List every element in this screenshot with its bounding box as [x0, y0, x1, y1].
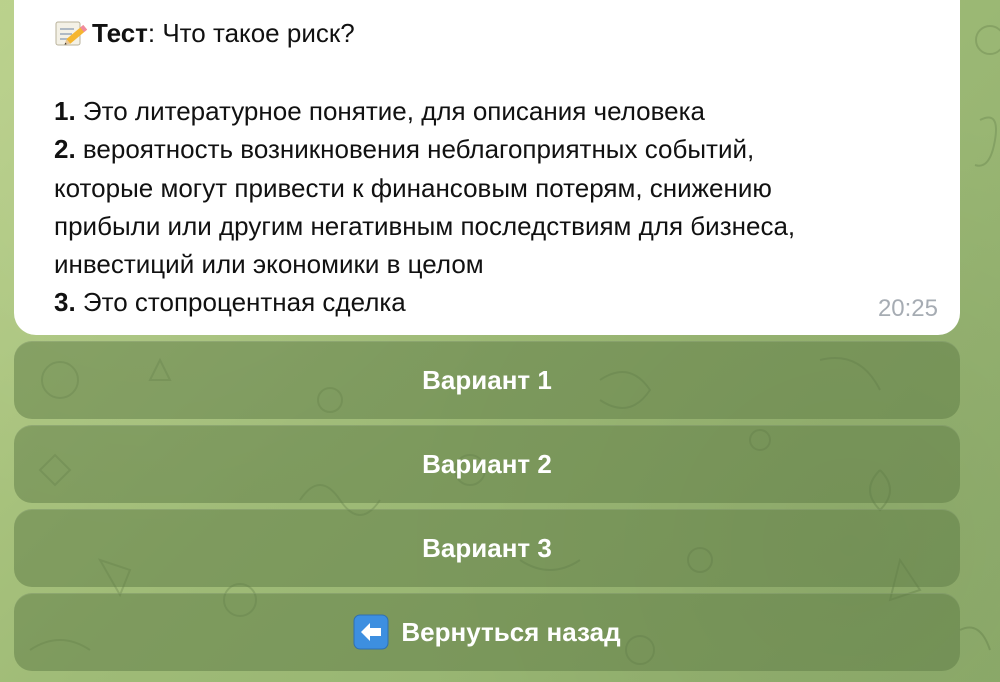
title-question-text: : Что такое риск? [147, 18, 355, 48]
variant-1-button[interactable]: Вариант 1 [14, 341, 960, 419]
option-line: 1. Это литературное понятие, для описани… [54, 92, 938, 130]
variant-2-button[interactable]: Вариант 2 [14, 425, 960, 503]
option-line: прибыли или другим негативным последстви… [54, 207, 938, 245]
answer-options-list: 1. Это литературное понятие, для описани… [54, 92, 938, 322]
go-back-button[interactable]: Вернуться назад [14, 593, 960, 671]
button-label: Вариант 2 [422, 448, 552, 479]
option-text: прибыли или другим негативным последстви… [54, 210, 796, 241]
option-number: 2. [54, 134, 76, 165]
option-text: которые могут привести к финансовым поте… [54, 172, 772, 203]
memo-pencil-icon [55, 21, 88, 46]
option-number: 3. [54, 287, 76, 318]
message-bubble: Тест: Что такое риск? 1. Это литературно… [14, 0, 960, 335]
message-title: Тест: Что такое риск? [54, 16, 938, 54]
option-line: 3. Это стопроцентная сделка [54, 283, 938, 321]
message-timestamp: 20:25 [877, 295, 938, 322]
option-number: 1. [54, 96, 76, 126]
left-arrow-icon [353, 614, 389, 650]
button-label: Вариант 3 [422, 532, 552, 563]
title-bold-label: Тест [92, 18, 148, 48]
option-line: инвестиций или экономики в целом [54, 245, 938, 283]
option-line: которые могут привести к финансовым поте… [54, 169, 938, 207]
button-label: Вариант 1 [422, 364, 552, 395]
button-label: Вернуться назад [401, 616, 621, 647]
option-line: 2. вероятность возникновения неблагоприя… [54, 130, 938, 168]
option-text: Это литературное понятие, для описания ч… [75, 96, 706, 126]
variant-3-button[interactable]: Вариант 3 [14, 509, 960, 587]
option-text: вероятность возникновения неблагоприятны… [75, 134, 755, 165]
option-text: Это стопроцентная сделка [75, 287, 406, 318]
option-text: инвестиций или экономики в целом [54, 249, 484, 280]
